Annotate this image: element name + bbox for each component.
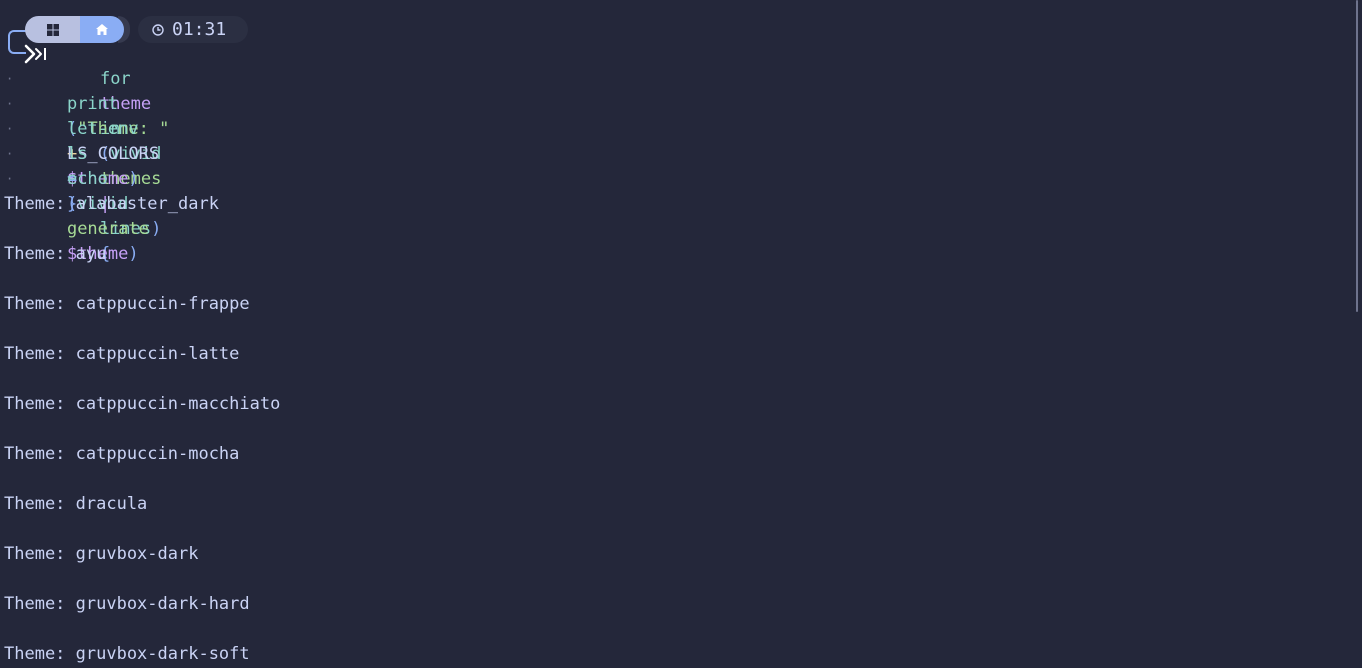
- continuation-dot: ·: [6, 122, 14, 136]
- continuation-dot: ·: [6, 172, 14, 186]
- command-line-6[interactable]: }: [26, 167, 77, 214]
- terminal-window[interactable]: 01:31 for theme in (vivid themes | lines…: [0, 0, 1362, 668]
- prompt-time: 01:31: [172, 19, 227, 40]
- close-paren: ): [151, 219, 162, 239]
- time-segment: 01:31: [138, 16, 249, 43]
- windows-icon: [47, 23, 59, 36]
- prompt-bar: 01:31: [25, 16, 249, 43]
- command-line-1[interactable]: for theme in (vivid themes | lines) {: [59, 42, 161, 264]
- clock-icon: [152, 23, 164, 36]
- prompt-chevron-icon: [24, 44, 46, 64]
- directory-segment: [80, 16, 124, 43]
- output-line: Theme: catppuccin-macchiato: [4, 394, 281, 414]
- output-line: Theme: gruvbox-dark-soft: [4, 644, 250, 664]
- command-line-5[interactable]: echo: [26, 142, 108, 189]
- output-line: Theme: dracula: [4, 494, 148, 514]
- scrollbar[interactable]: [1356, 0, 1358, 312]
- output-line: Theme: alabaster_dark: [4, 194, 219, 214]
- close-paren: ): [128, 169, 139, 189]
- output-line: Theme: catppuccin-frappe: [4, 294, 250, 314]
- output-line: Theme: gruvbox-dark: [4, 544, 199, 564]
- continuation-dot: ·: [6, 97, 14, 111]
- output-line: Theme: ayu: [4, 244, 107, 264]
- continuation-dot: ·: [6, 72, 14, 86]
- command-line-3[interactable]: let-env LS_COLORS = (vivid generate $the…: [26, 92, 159, 264]
- close-paren: ): [128, 244, 139, 264]
- os-segment: [25, 16, 81, 43]
- subcommand: generate: [66, 219, 149, 239]
- home-icon: [96, 24, 108, 35]
- output-line: Theme: catppuccin-mocha: [4, 444, 240, 464]
- command-line-2[interactable]: print ("Theme: " + $theme): [26, 67, 169, 189]
- command-line-4[interactable]: ls: [26, 117, 87, 164]
- output-line: Theme: catppuccin-latte: [4, 344, 240, 364]
- output-line: Theme: gruvbox-dark-hard: [4, 594, 250, 614]
- continuation-dot: ·: [6, 147, 14, 161]
